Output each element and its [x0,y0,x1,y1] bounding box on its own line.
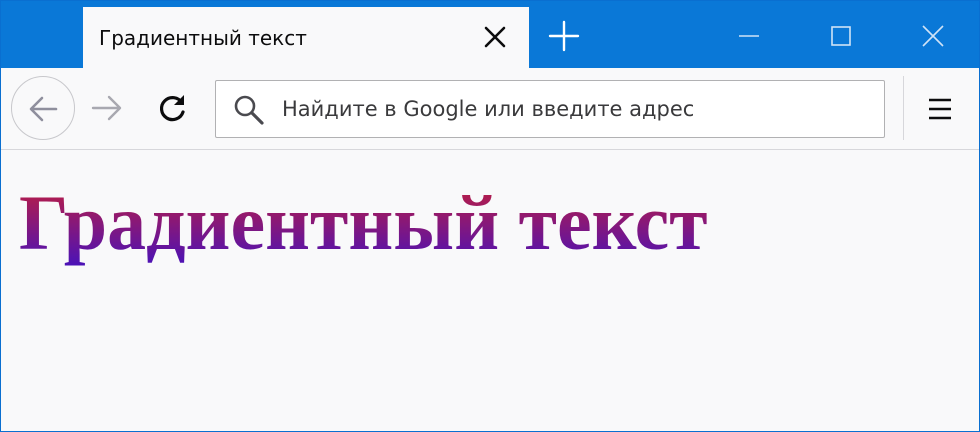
arrow-left-icon [29,96,58,122]
maximize-button[interactable] [824,19,858,53]
reload-button[interactable] [155,90,191,126]
page-content: Градиентный текст [1,150,979,431]
maximize-icon [831,26,851,46]
address-bar[interactable] [215,80,885,138]
browser-window: Градиентный текст Найдите в Google или в… [0,0,980,432]
arrow-right-icon [91,95,122,121]
plus-icon [548,20,580,52]
nav-toolbar [1,68,979,150]
gradient-heading: Градиентный текст [19,179,708,266]
tab-active[interactable]: Градиентный текст [83,7,529,69]
minimize-icon [739,35,759,37]
close-icon [922,25,944,47]
toolbar-divider [903,76,904,140]
menu-button[interactable] [923,92,957,126]
window-close-button[interactable] [916,19,950,53]
close-icon [484,26,506,48]
search-icon [232,93,266,127]
new-tab-button[interactable] [547,19,581,53]
forward-button[interactable] [89,90,125,126]
tab-title: Градиентный текст [99,26,307,50]
title-bar: Градиентный текст [1,1,979,69]
hamburger-icon [929,98,951,120]
tab-close-button[interactable] [481,23,509,51]
url-input[interactable] [282,81,872,137]
reload-icon [160,95,185,122]
minimize-button[interactable] [732,19,766,53]
back-button[interactable] [11,76,75,140]
